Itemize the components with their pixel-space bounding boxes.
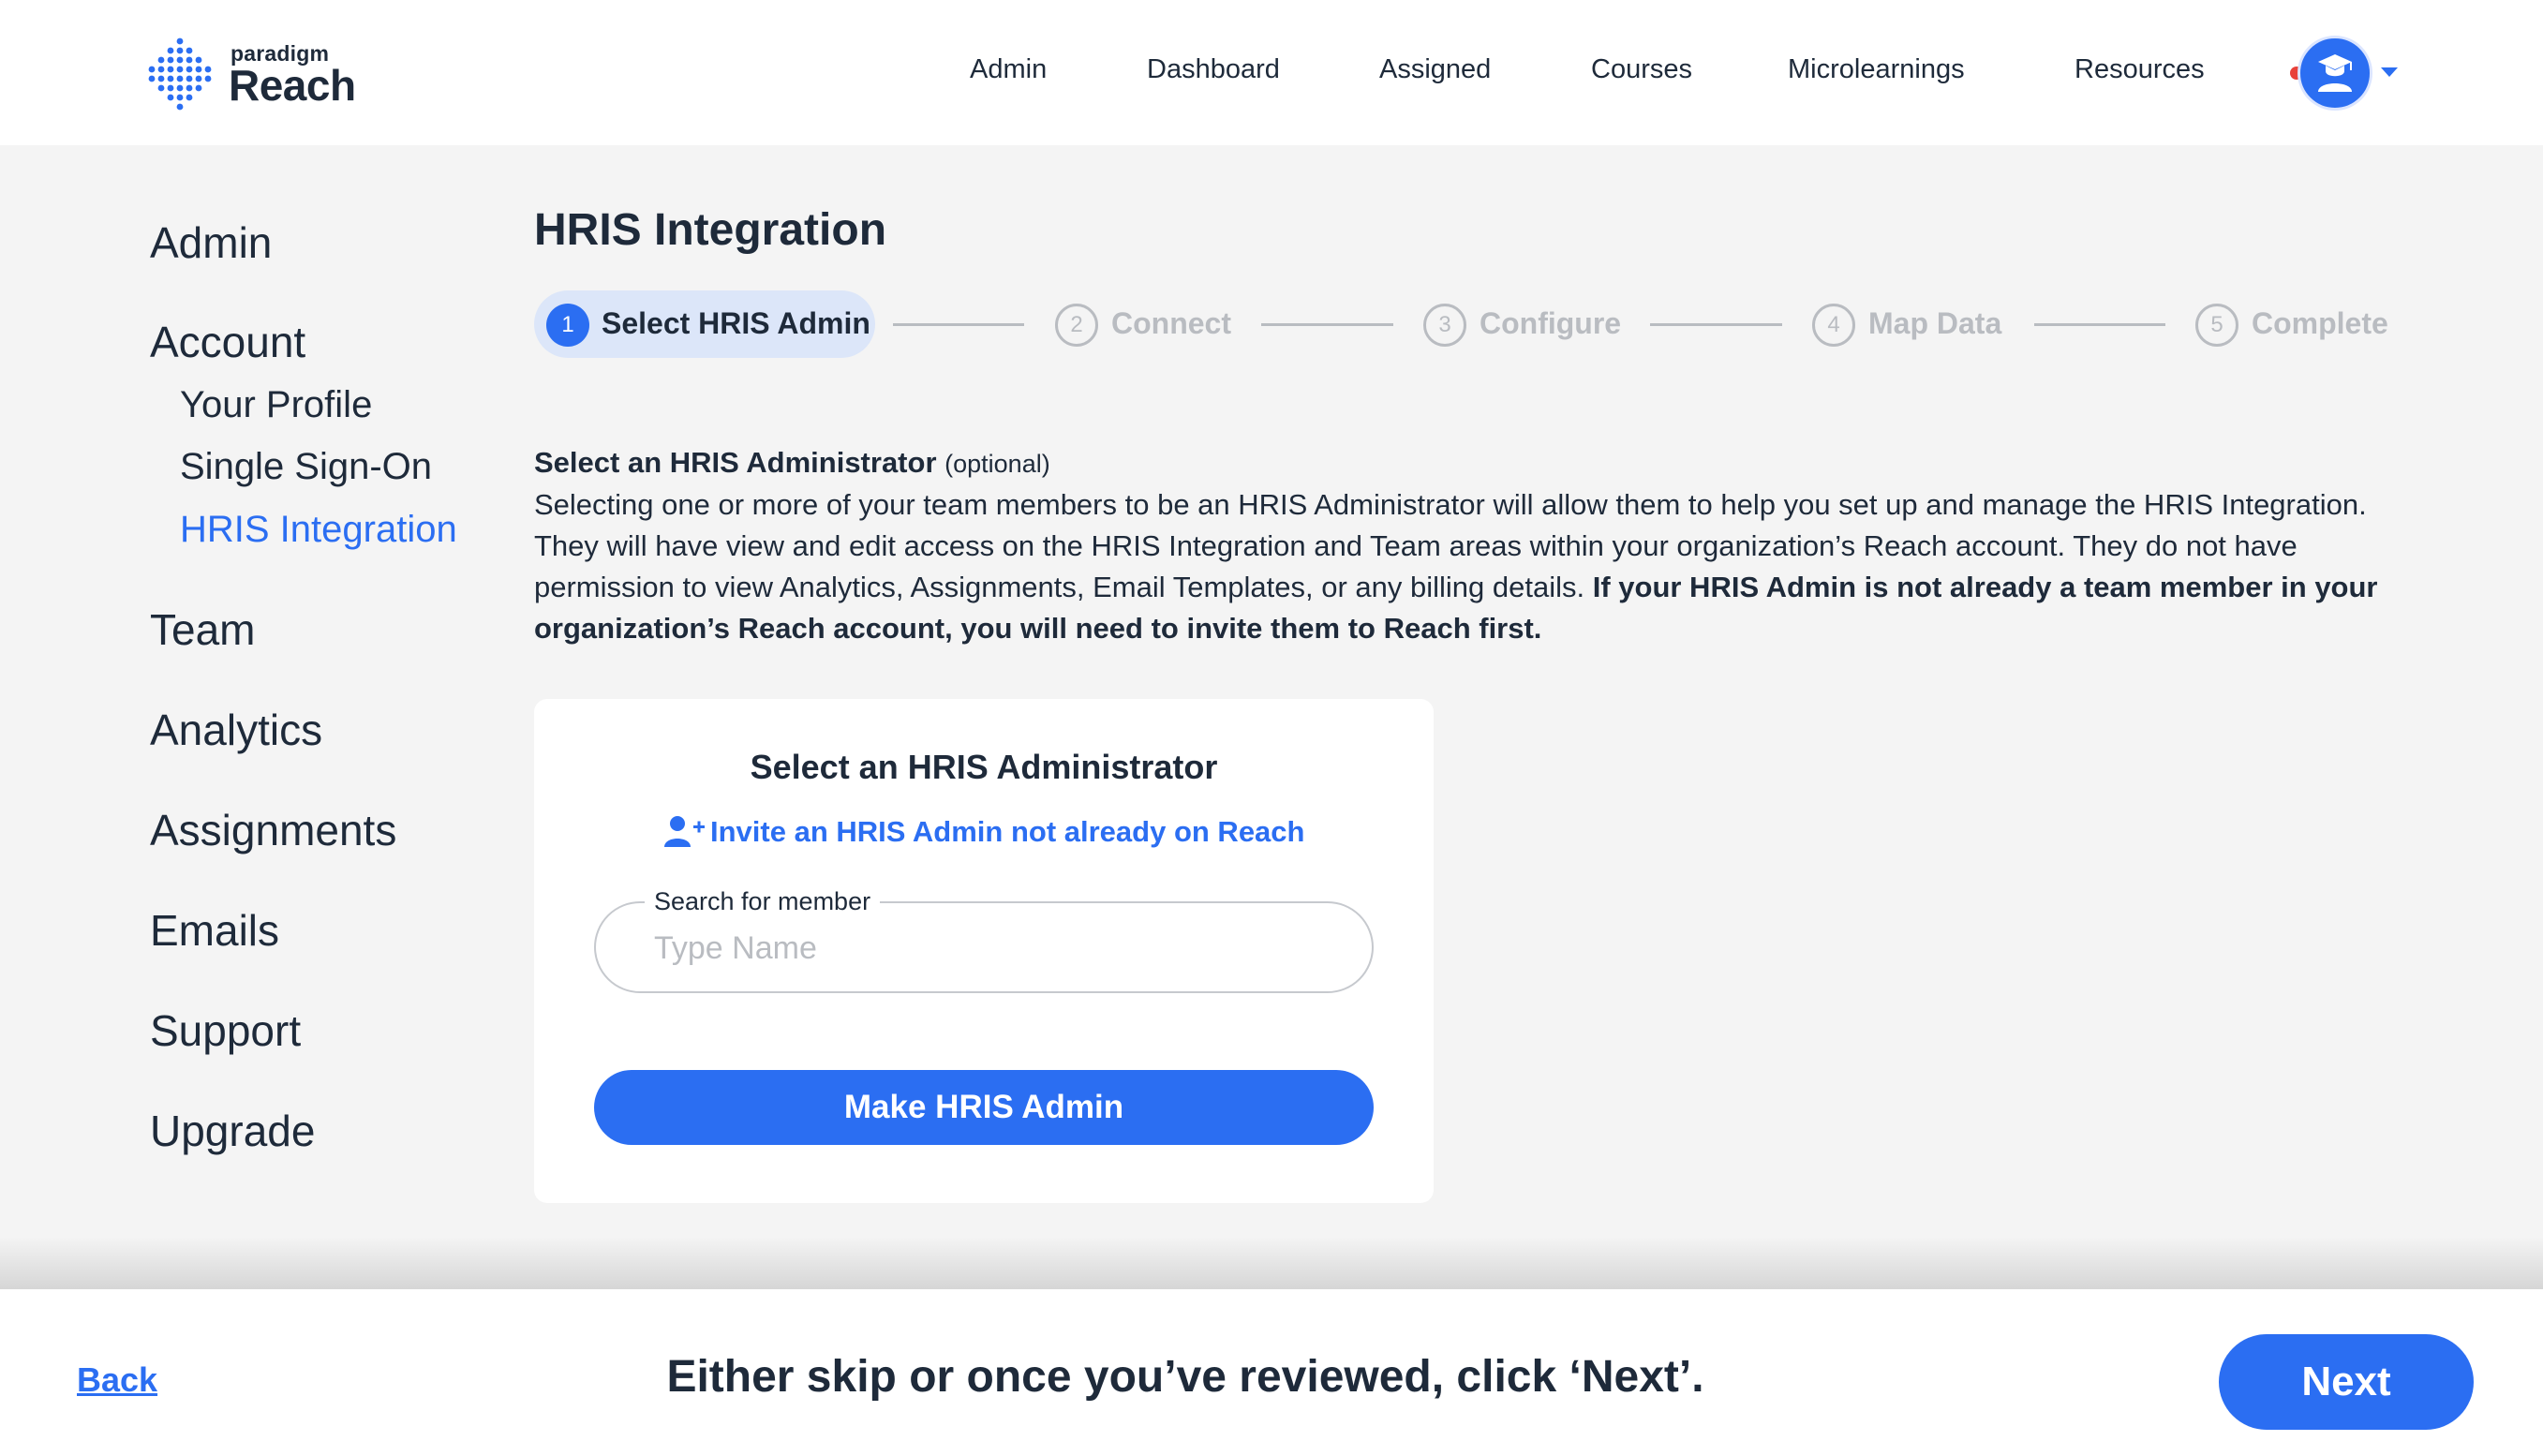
nav-courses[interactable]: Courses <box>1591 54 1692 85</box>
sidebar-item-account[interactable]: Account <box>150 317 305 367</box>
step-connector <box>2034 323 2165 326</box>
select-admin-card: Select an HRIS Administrator Invite an H… <box>534 699 1434 1203</box>
step-connector <box>1650 323 1782 326</box>
page-title: HRIS Integration <box>534 205 887 255</box>
search-field-label: Search for member <box>645 887 881 916</box>
nav-resources[interactable]: Resources <box>2075 54 2205 85</box>
step-1-label: Select HRIS Admin <box>602 306 870 340</box>
reach-logo[interactable]: paradigm Reach <box>148 34 373 118</box>
footer-bar: Back Either skip or once you’ve reviewed… <box>0 1289 2543 1456</box>
sidebar-item-upgrade[interactable]: Upgrade <box>150 1106 315 1156</box>
sidebar-item-support[interactable]: Support <box>150 1005 301 1056</box>
sidebar-item-your-profile[interactable]: Your Profile <box>180 384 372 426</box>
sidebar-item-hris-integration[interactable]: HRIS Integration <box>180 509 457 551</box>
step-3-label: Configure <box>1480 306 1622 340</box>
description-heading: Select an HRIS Administrator <box>534 446 937 479</box>
chevron-down-icon[interactable] <box>2380 66 2399 79</box>
step-connector <box>1261 323 1393 326</box>
nav-microlearnings[interactable]: Microlearnings <box>1788 54 1965 85</box>
step-connector <box>893 323 1024 326</box>
step-3-number: 3 <box>1423 304 1466 347</box>
add-user-icon <box>664 816 705 847</box>
nav-dashboard[interactable]: Dashboard <box>1147 54 1280 85</box>
nav-assigned[interactable]: Assigned <box>1379 54 1491 85</box>
sidebar-item-admin[interactable]: Admin <box>150 217 272 268</box>
footer-shadow <box>0 1237 2543 1289</box>
step-5-label: Complete <box>2252 306 2388 340</box>
make-hris-admin-button[interactable]: Make HRIS Admin <box>594 1070 1374 1145</box>
invite-link-label: Invite an HRIS Admin not already on Reac… <box>710 815 1305 848</box>
sidebar-item-team[interactable]: Team <box>150 604 255 655</box>
footer-instruction: Either skip or once you’ve reviewed, cli… <box>666 1352 1704 1402</box>
step-2-label: Connect <box>1111 306 1231 340</box>
nav-admin[interactable]: Admin <box>970 54 1047 85</box>
step-4-label: Map Data <box>1868 306 2002 340</box>
user-avatar[interactable] <box>2298 36 2372 111</box>
logo-brand-name: Reach <box>229 61 356 110</box>
step-4-number: 4 <box>1812 304 1855 347</box>
hris-admin-description: Select an HRIS Administrator (optional) … <box>534 442 2408 649</box>
sidebar-item-emails[interactable]: Emails <box>150 905 279 956</box>
reach-logo-icon <box>148 37 212 111</box>
member-search-input[interactable] <box>652 924 1331 973</box>
card-title: Select an HRIS Administrator <box>750 748 1218 786</box>
sidebar-item-assignments[interactable]: Assignments <box>150 805 396 855</box>
step-2-number: 2 <box>1055 304 1098 347</box>
sidebar-item-analytics[interactable]: Analytics <box>150 705 322 755</box>
top-navigation-bar: paradigm Reach Admin Dashboard Assigned … <box>0 0 2543 145</box>
step-5-number: 5 <box>2195 304 2238 347</box>
description-optional-tag: (optional) <box>944 450 1050 478</box>
next-button[interactable]: Next <box>2219 1334 2474 1430</box>
sidebar-item-single-sign-on[interactable]: Single Sign-On <box>180 446 432 488</box>
step-1-number: 1 <box>546 304 589 347</box>
member-search-field[interactable]: Search for member <box>594 887 1374 993</box>
graduate-avatar-icon <box>2318 54 2352 92</box>
